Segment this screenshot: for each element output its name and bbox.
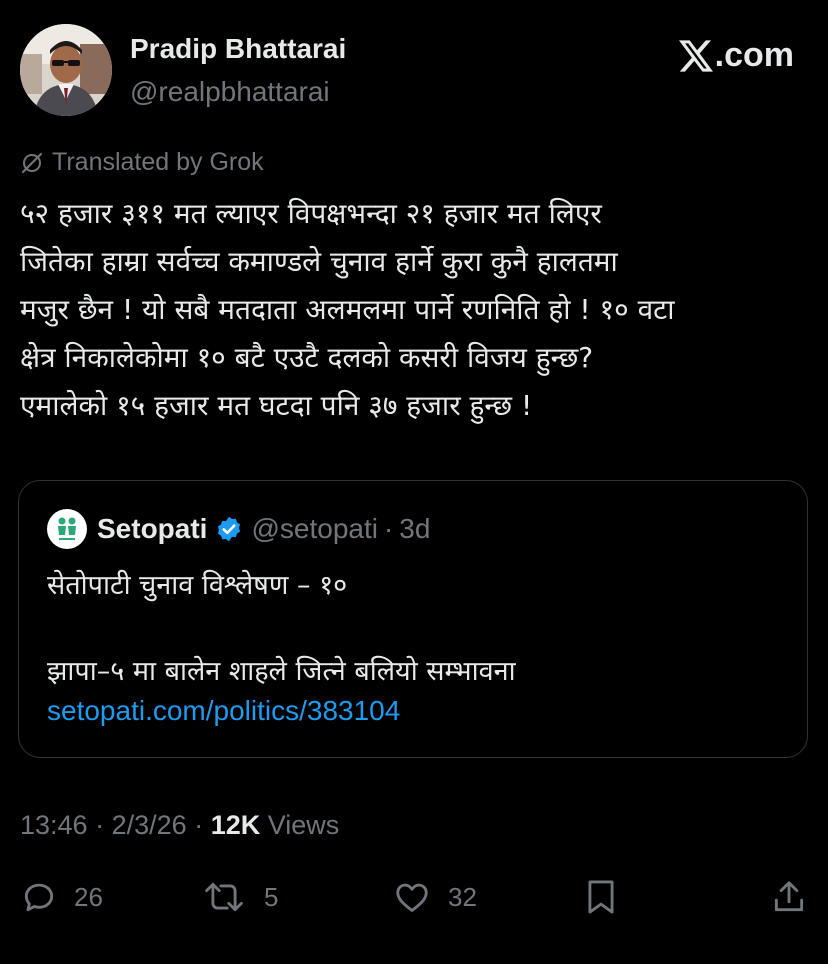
- setopati-logo-icon[interactable]: [47, 509, 87, 549]
- repost-count: 5: [264, 881, 279, 912]
- quoted-tweet-header: Setopati @setopati · 3d: [47, 509, 430, 549]
- bookmark-button[interactable]: [584, 878, 634, 916]
- tweet-time[interactable]: 13:46: [20, 810, 88, 840]
- tweet-line: ५२ हजार ३११ मत ल्याएर विपक्षभन्दा २१ हजा…: [20, 197, 602, 230]
- share-icon: [774, 881, 804, 912]
- repost-icon: [205, 882, 243, 912]
- views-count: 12K: [210, 810, 261, 840]
- avatar-photo: [20, 24, 112, 116]
- translation-notice[interactable]: Translated by Grok: [20, 148, 264, 177]
- views-label: Views: [267, 810, 340, 840]
- meta-separator: ·: [194, 810, 204, 840]
- quoted-link[interactable]: setopati.com/politics/383104: [47, 695, 400, 727]
- quoted-tweet-card[interactable]: Setopati @setopati · 3d सेतोपाटी चुनाव व…: [18, 480, 808, 758]
- meta-separator: ·: [95, 810, 105, 840]
- reply-icon: [24, 883, 54, 912]
- repost-button[interactable]: 5: [200, 878, 278, 916]
- quoted-timestamp[interactable]: 3d: [399, 513, 430, 545]
- x-logo-icon: [678, 39, 713, 72]
- author-avatar[interactable]: [20, 24, 112, 116]
- like-button[interactable]: 32: [392, 878, 477, 916]
- heart-icon: [396, 883, 428, 912]
- like-count: 32: [448, 881, 477, 912]
- author-handle[interactable]: @realpbhattarai: [130, 76, 330, 108]
- quoted-separator: ·: [383, 513, 394, 544]
- quoted-text-line: झापा–५ मा बालेन शाहले जित्ने बलियो सम्भा…: [47, 656, 516, 687]
- brand-watermark: .com: [678, 36, 794, 75]
- reply-button[interactable]: 26: [20, 878, 103, 916]
- quoted-author-handle[interactable]: @setopati: [251, 513, 378, 545]
- bookmark-icon: [588, 880, 614, 914]
- reply-count: 26: [74, 881, 103, 912]
- verified-badge-icon: [215, 515, 243, 543]
- grok-icon: [21, 152, 43, 173]
- quoted-text-line: सेतोपाटी चुनाव विश्लेषण – १०: [47, 570, 348, 601]
- tweet-line: क्षेत्र निकालेकोमा १० बटै एउटै दलको कसरी…: [20, 341, 594, 374]
- tweet-date[interactable]: 2/3/26: [112, 810, 187, 840]
- quoted-author-name[interactable]: Setopati: [97, 513, 207, 545]
- tweet-meta: 13:46 · 2/3/26 · 12K Views: [20, 810, 339, 841]
- tweet-text: ५२ हजार ३११ मत ल्याएर विपक्षभन्दा २१ हजा…: [20, 190, 820, 430]
- brand-suffix: .com: [714, 36, 794, 74]
- tweet-line: एमालेको १५ हजार मत घटदा पनि ३७ हजार हुन्…: [20, 389, 533, 422]
- action-bar: 26 5 32: [0, 870, 828, 926]
- share-button[interactable]: [770, 878, 824, 916]
- author-name[interactable]: Pradip Bhattarai: [130, 33, 346, 65]
- tweet-line: मजुर छैन ! यो सबै मतदाता अलमलमा पार्ने र…: [20, 293, 675, 326]
- tweet-line: जितेका हाम्रा सर्वच्च कमाण्डले चुनाव हार…: [20, 245, 618, 278]
- translation-label: Translated by Grok: [52, 148, 264, 176]
